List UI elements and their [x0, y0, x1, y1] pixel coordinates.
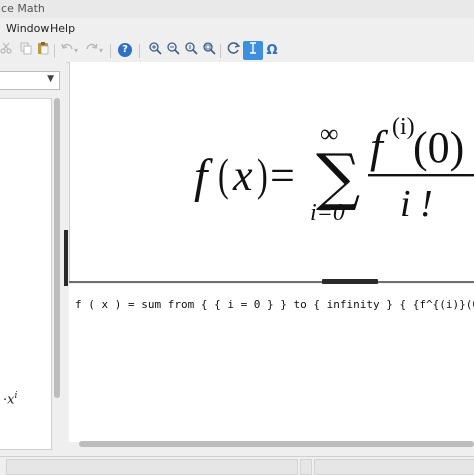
formula-lower-limit: i=0	[310, 200, 345, 226]
panel-splitter-handle[interactable]	[64, 230, 68, 286]
command-editor[interactable]: f ( x ) = sum from { { i = 0 } } to { in…	[69, 284, 474, 442]
undo-dropdown-icon[interactable]: ▾	[71, 41, 81, 60]
help-icon[interactable]: ?	[118, 43, 132, 57]
status-field	[314, 459, 474, 475]
title-bar: ice Math	[0, 0, 474, 18]
paste-icon[interactable]	[33, 41, 53, 60]
toolbar-separator	[54, 44, 55, 58]
elements-panel: ▼ ·xi μ)2 2	[0, 62, 66, 456]
formula-f: f	[194, 150, 213, 203]
menu-bar: Window Help	[0, 18, 474, 40]
update-icon[interactable]	[224, 41, 244, 60]
toolbar-separator	[110, 44, 111, 58]
formula-fraction-bar	[368, 174, 474, 177]
toolbar-separator	[139, 44, 140, 58]
zoom-100-icon[interactable]	[181, 41, 201, 60]
command-text[interactable]: f ( x ) = sum from { { i = 0 } } to { in…	[75, 298, 474, 311]
elements-list: ·xi μ)2 2	[0, 98, 52, 450]
formula-cursor-icon[interactable]	[243, 41, 263, 60]
redo-dropdown-icon[interactable]: ▾	[96, 41, 106, 60]
zoom-in-icon[interactable]	[145, 41, 165, 60]
formula-left-paren: (	[218, 149, 229, 200]
formula-equals: =	[270, 151, 295, 200]
formula-numerator-f: f	[370, 121, 389, 172]
formula-upper-limit: ∞	[320, 119, 339, 148]
standard-toolbar: ▾ ▾ ? Ω	[0, 40, 474, 63]
formula-preview: f ( x ) = ∑ ∞ i=0 f (i) (0) i !	[69, 62, 474, 282]
window-title: ice Math	[0, 2, 45, 15]
element-normal-distribution[interactable]: μ)2 2	[0, 449, 16, 450]
element-x-power-i[interactable]: ·xi	[3, 391, 17, 407]
zoom-out-icon[interactable]	[163, 41, 183, 60]
status-bar	[0, 456, 474, 475]
formula-denominator: i !	[400, 183, 433, 225]
chevron-down-icon: ▼	[47, 74, 54, 84]
formula-right-paren: )	[257, 149, 268, 200]
status-field	[300, 459, 312, 475]
symbols-icon[interactable]: Ω	[262, 41, 282, 60]
cut-icon[interactable]	[0, 41, 16, 60]
menu-help[interactable]: Help	[50, 18, 75, 40]
formula-numerator-arg: (0)	[413, 123, 464, 172]
elements-category-dropdown[interactable]: ▼	[0, 71, 60, 90]
formula-render: f ( x ) = ∑ ∞ i=0 f (i) (0) i !	[194, 114, 474, 226]
formula-numerator-sup: (i)	[392, 114, 415, 140]
element-numerator: μ)2	[0, 449, 15, 450]
elements-scrollbar[interactable]	[54, 98, 60, 398]
element-x-power-i-sup: i	[14, 391, 18, 401]
editor-horizontal-scrollbar[interactable]	[79, 441, 474, 447]
show-all-icon[interactable]	[199, 41, 219, 60]
editor-splitter[interactable]	[69, 281, 474, 283]
formula-x: x	[232, 151, 253, 200]
status-field	[6, 459, 298, 475]
toolbar-separator	[220, 44, 221, 58]
menu-window[interactable]: Window	[6, 18, 49, 40]
